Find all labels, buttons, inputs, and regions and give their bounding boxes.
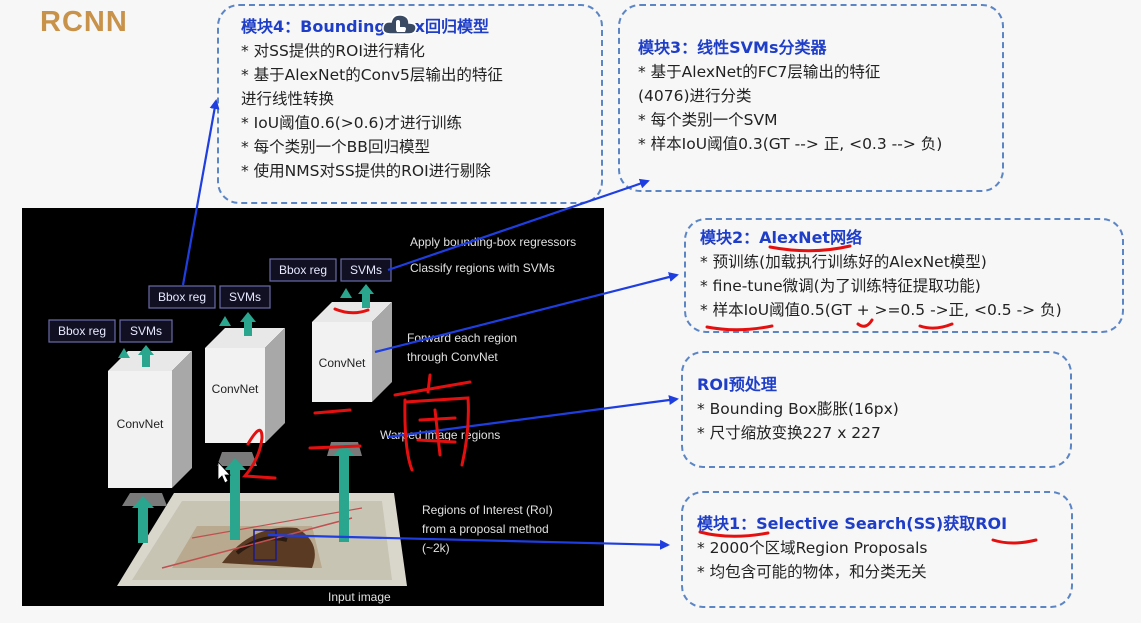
convnet-cube-3: ConvNet bbox=[312, 302, 392, 402]
pipeline-svg: ConvNet ConvNet ConvNet Bbox reg SVMs Bb… bbox=[48, 235, 576, 604]
module2-line-2: * fine-tune微调(为了训练特征提取功能) bbox=[700, 277, 981, 295]
convnet-label-1: ConvNet bbox=[117, 417, 164, 431]
module2-box: 模块2：AlexNet网络 * 预训练(加载执行训练好的AlexNet模型) *… bbox=[684, 218, 1124, 333]
module4-line-6: * 使用NMS对SS提供的ROI进行剔除 bbox=[241, 162, 491, 180]
module1-heading: 模块1：Selective Search(SS)获取ROI bbox=[697, 514, 1008, 533]
forward-text-2: through ConvNet bbox=[407, 350, 498, 364]
convnet-cube-2: ConvNet bbox=[205, 328, 285, 443]
module2-line-1: * 预训练(加载执行训练好的AlexNet模型) bbox=[700, 253, 987, 271]
module2-line-3: * 样本IoU阈值0.5(GT + >=0.5 ->正, <0.5 -> 负) bbox=[700, 301, 1062, 319]
module1-box: 模块1：Selective Search(SS)获取ROI * 2000个区域R… bbox=[681, 491, 1073, 608]
bbox-reg-label-1: Bbox reg bbox=[58, 324, 106, 338]
roi-line-2: * 尺寸缩放变换227 x 227 bbox=[697, 424, 881, 442]
module4-line-4: * IoU阈值0.6(>0.6)才进行训练 bbox=[241, 114, 462, 132]
convnet-label-2: ConvNet bbox=[212, 382, 259, 396]
module3-line-3: * 每个类别一个SVM bbox=[638, 111, 778, 129]
module4-line-1: * 对SS提供的ROI进行精化 bbox=[241, 42, 425, 60]
input-image-plane bbox=[117, 493, 407, 586]
roi-text-1: Regions of Interest (RoI) bbox=[422, 503, 553, 517]
input-image-text: Input image bbox=[328, 590, 391, 604]
cloud-pointer-icon[interactable] bbox=[380, 10, 420, 40]
roi-preprocess-box: ROI预处理 * Bounding Box膨胀(16px) * 尺寸缩放变换22… bbox=[681, 351, 1072, 468]
svms-label-3: SVMs bbox=[350, 263, 382, 277]
module4-line-5: * 每个类别一个BB回归模型 bbox=[241, 138, 430, 156]
module3-line-1: * 基于AlexNet的FC7层输出的特征 bbox=[638, 63, 881, 81]
module2-heading: 模块2：AlexNet网络 bbox=[700, 228, 863, 247]
svms-label-2: SVMs bbox=[229, 290, 261, 304]
roi-text-2: from a proposal method bbox=[422, 522, 549, 536]
convnet-label-3: ConvNet bbox=[319, 356, 366, 370]
roi-heading: ROI预处理 bbox=[697, 375, 777, 394]
module4-line-3: 进行线性转换 bbox=[241, 90, 335, 108]
module1-line-1: * 2000个区域Region Proposals bbox=[697, 539, 928, 557]
bbox-reg-label-2: Bbox reg bbox=[158, 290, 206, 304]
roi-line-1: * Bounding Box膨胀(16px) bbox=[697, 400, 899, 418]
module3-line-2: (4076)进行分类 bbox=[638, 87, 752, 105]
classify-text: Classify regions with SVMs bbox=[410, 261, 555, 275]
module4-line-2: * 基于AlexNet的Conv5层输出的特征 bbox=[241, 66, 503, 84]
module3-line-4: * 样本IoU阈值0.3(GT --> 正, <0.3 --> 负) bbox=[638, 135, 943, 153]
convnet-cube-1: ConvNet bbox=[108, 351, 192, 488]
module1-line-2: * 均包含可能的物体，和分类无关 bbox=[697, 563, 927, 581]
apply-bbox-text: Apply bounding-box regressors bbox=[410, 235, 576, 249]
module3-heading: 模块3：线性SVMs分类器 bbox=[638, 38, 827, 57]
forward-text-1: Forward each region bbox=[407, 331, 517, 345]
rcnn-pipeline-figure: ConvNet ConvNet ConvNet Bbox reg SVMs Bb… bbox=[22, 208, 604, 606]
module3-box: 模块3：线性SVMs分类器 * 基于AlexNet的FC7层输出的特征 (407… bbox=[618, 4, 1004, 192]
warped-text: Warped image regions bbox=[380, 428, 500, 442]
svms-label-1: SVMs bbox=[130, 324, 162, 338]
page-title: RCNN bbox=[40, 6, 128, 38]
bbox-reg-label-3: Bbox reg bbox=[279, 263, 327, 277]
roi-text-3: (~2k) bbox=[422, 541, 450, 555]
